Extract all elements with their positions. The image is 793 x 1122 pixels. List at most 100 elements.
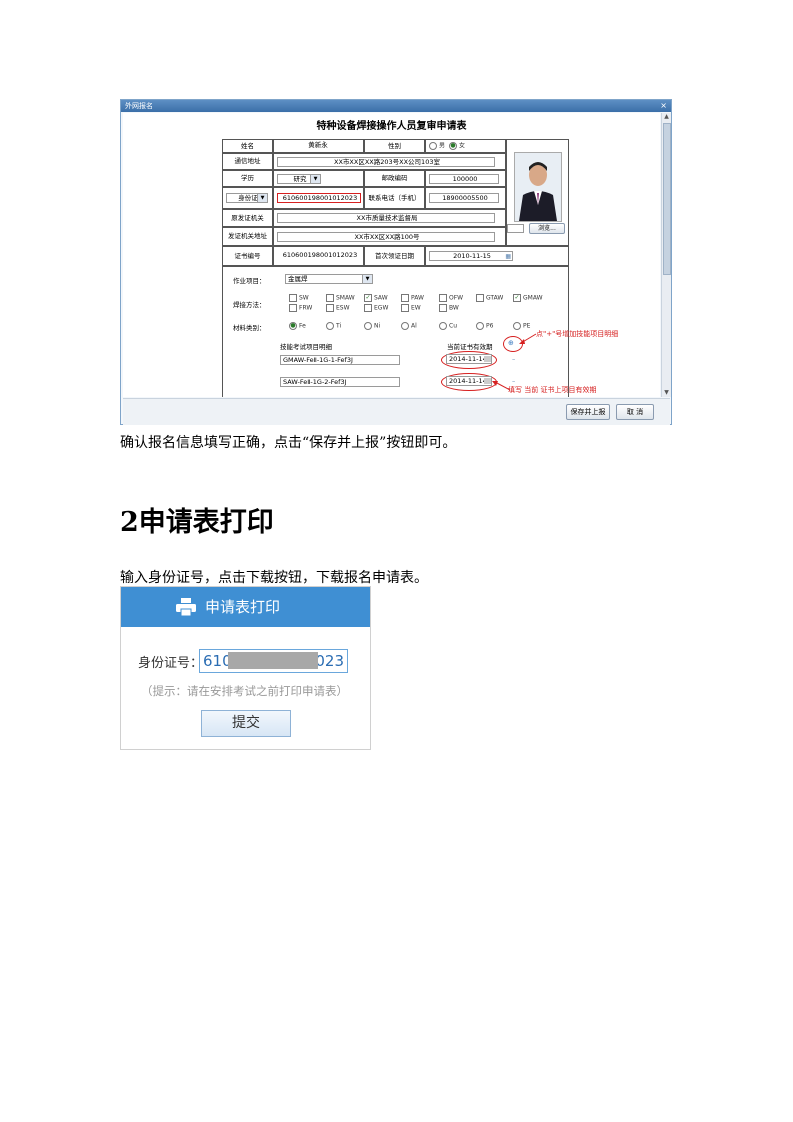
orig-authority-field[interactable]: XX市质量技术监督局 (277, 213, 495, 223)
cert-no-cell: 610600198001012023 (273, 246, 364, 266)
method-checkbox-smaw[interactable]: SMAW (326, 294, 355, 302)
print-panel: 申请表打印 身份证号： 610 023 （提示：请在安排考试之前打印申请表） 提… (120, 586, 371, 750)
name-field[interactable]: 黄新永 (277, 141, 357, 151)
cert-no-field[interactable]: 610600198001012023 (277, 251, 361, 261)
gender-label: 性别 (364, 139, 425, 153)
material-radio-fe[interactable]: ● Fe (289, 322, 306, 330)
id-type-select[interactable]: 身份证 ▼ (226, 193, 268, 203)
printer-icon (176, 598, 196, 616)
orig-authority-label: 原发证机关 (222, 209, 273, 227)
method-checkbox-frw[interactable]: FRW (289, 304, 312, 312)
id-type-cell: 身份证 ▼ (222, 187, 273, 209)
redaction-mark (484, 356, 491, 362)
paragraph-print: 输入身份证号，点击下载按钮，下载报名申请表。 (120, 570, 428, 586)
applicant-photo (514, 152, 562, 222)
material-radio-cu[interactable]: Cu (439, 322, 457, 330)
work-item-label: 作业项目： (233, 277, 266, 285)
material-label: 材料类别： (233, 324, 266, 332)
skill-date-1[interactable]: 2014-11-14 (446, 354, 492, 364)
redaction-mark (484, 378, 491, 384)
scroll-up-icon[interactable]: ▲ (663, 113, 670, 121)
method-checkbox-ofw[interactable]: OFW (439, 294, 463, 302)
dialog-title: 外网报名 (121, 100, 671, 112)
method-checkbox-ew[interactable]: EW (401, 304, 421, 312)
method-checkbox-saw[interactable]: ✓ SAW (364, 294, 388, 302)
photo-path-field[interactable] (507, 224, 524, 233)
education-cell: 研究 ▼ (273, 170, 364, 187)
method-checkbox-gmaw[interactable]: ✓ GMAW (513, 294, 543, 302)
education-label: 学历 (222, 170, 273, 187)
work-item-select[interactable]: 金属焊 ▼ (285, 274, 373, 284)
detail-label: 技能考试项目明细 (280, 343, 332, 351)
postcode-field[interactable]: 100000 (429, 173, 499, 184)
id-number-label: 身份证号： (138, 656, 204, 671)
annotation-arrow-1 (519, 333, 537, 344)
gender-male-radio[interactable]: 男 (429, 142, 445, 150)
method-checkbox-gtaw[interactable]: GTAW (476, 294, 503, 302)
material-radio-p6[interactable]: P6 (476, 322, 493, 330)
material-radio-ti[interactable]: Ti (326, 322, 341, 330)
method-checkbox-sw[interactable]: SW (289, 294, 309, 302)
authority-address-field[interactable]: XX市XX区XX路100号 (277, 231, 495, 242)
address-cell: XX市XX区XX路203号XX公司103室 (273, 153, 506, 170)
add-icon[interactable]: ⊕ (508, 339, 514, 347)
address-label: 通信地址 (222, 153, 273, 170)
print-hint: （提示：请在安排考试之前打印申请表） (141, 684, 348, 698)
method-checkbox-bw[interactable]: BW (439, 304, 459, 312)
skill-item-2[interactable]: SAW-FeⅡ-1G-2-Fef3J (280, 377, 400, 387)
scroll-thumb[interactable] (663, 123, 671, 275)
id-number-cell: 610600198001012023 (273, 187, 364, 209)
method-checkbox-egw[interactable]: EGW (364, 304, 388, 312)
cert-no-label: 证书编号 (222, 246, 273, 266)
authority-address-cell: XX市XX区XX路100号 (273, 227, 506, 246)
phone-cell: 18900005500 (425, 187, 506, 209)
name-label: 姓名 (222, 139, 273, 153)
dialog-body: 特种设备焊接操作人员复审申请表 姓名 黄新永 性别 男 ● 女 浏览... 通信地… (123, 113, 660, 397)
skill-item-1[interactable]: GMAW-FeⅡ-1G-1-Fef3J (280, 355, 400, 365)
form-title: 特种设备焊接操作人员复审申请表 (316, 121, 467, 132)
print-panel-title: 申请表打印 (205, 598, 281, 616)
method-checkbox-esw[interactable]: ESW (326, 304, 350, 312)
id-redaction (228, 652, 318, 669)
authority-address-label: 发证机关地址 (222, 227, 273, 246)
chevron-down-icon: ▼ (362, 275, 372, 283)
orig-authority-cell: XX市质量技术监督局 (273, 209, 506, 227)
name-cell: 黄新永 (273, 139, 364, 153)
vertical-scrollbar[interactable]: ▲ ▼ (661, 113, 671, 397)
print-panel-header: 申请表打印 (121, 587, 370, 627)
first-date-field[interactable]: 2010-11-15 ▦ (429, 251, 513, 261)
calendar-icon[interactable]: ▦ (505, 252, 511, 260)
postcode-cell: 100000 (425, 170, 506, 187)
annotation-date-hint: 填写 当前 证书上项目有效期 (508, 386, 597, 394)
id-number-field[interactable]: 610600198001012023 (277, 193, 361, 203)
close-icon[interactable]: × (660, 100, 667, 112)
chevron-down-icon: ▼ (257, 194, 267, 202)
id-suffix: 023 (315, 652, 344, 670)
first-date-cell: 2010-11-15 ▦ (425, 246, 569, 266)
remove-item-2[interactable]: – (512, 377, 515, 385)
method-label: 焊接方法： (233, 301, 266, 309)
gender-cell: 男 ● 女 (425, 139, 506, 153)
address-field[interactable]: XX市XX区XX路203号XX公司103室 (277, 156, 495, 167)
education-select[interactable]: 研究 ▼ (277, 173, 321, 184)
phone-label: 联系电话（手机） (364, 187, 425, 209)
material-radio-ni[interactable]: Ni (364, 322, 380, 330)
dialog-footer: 保存并上报 取 消 (123, 398, 670, 425)
annotation-add-hint: 点"+"号增加技能项目明细 (536, 330, 619, 338)
scroll-down-icon[interactable]: ▼ (663, 389, 670, 397)
paragraph-confirm: 确认报名信息填写正确，点击“保存并上报”按钮即可。 (120, 435, 457, 451)
cancel-button[interactable]: 取 消 (616, 404, 654, 420)
section-heading: 2申请表打印 (120, 507, 274, 538)
save-and-submit-button[interactable]: 保存并上报 (566, 404, 610, 420)
postcode-label: 邮政编码 (364, 170, 425, 187)
submit-button[interactable]: 提交 (201, 710, 291, 737)
remove-item-1[interactable]: – (512, 355, 515, 363)
method-checkbox-paw[interactable]: PAW (401, 294, 424, 302)
browse-button[interactable]: 浏览... (529, 223, 565, 234)
material-radio-al[interactable]: Al (401, 322, 417, 330)
skill-date-2[interactable]: 2014-11-14 (446, 376, 492, 386)
phone-field[interactable]: 18900005500 (429, 193, 499, 203)
gender-female-radio[interactable]: ● 女 (449, 142, 465, 150)
validity-label: 当前证书有效期 (447, 343, 493, 351)
material-radio-pe[interactable]: PE (513, 322, 530, 330)
